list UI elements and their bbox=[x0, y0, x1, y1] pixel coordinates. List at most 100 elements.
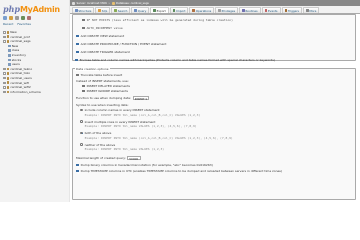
settings-icon[interactable] bbox=[21, 16, 25, 20]
object-creation-option[interactable]: IF NOT EXISTS (less efficient as indexes… bbox=[82, 18, 233, 22]
tab-events[interactable]: Events bbox=[261, 7, 281, 13]
syntax-example: Example: INSERT INTO tbl_name (col_A,col… bbox=[85, 113, 201, 117]
syntax-radio[interactable] bbox=[80, 143, 83, 146]
tab-label: Search bbox=[117, 8, 128, 13]
tab-search[interactable]: Search bbox=[111, 7, 131, 13]
export-icon bbox=[153, 9, 156, 12]
navigation-panel: php MyAdmin Recent Favorites New cardinal_… bbox=[0, 0, 70, 202]
function-select[interactable]: INSERT ▾ bbox=[132, 96, 150, 101]
tab-import[interactable]: Import bbox=[169, 7, 189, 13]
hex-checkbox[interactable] bbox=[76, 163, 79, 167]
expand-icon[interactable] bbox=[3, 67, 6, 71]
table-icon bbox=[8, 63, 11, 66]
logout-icon[interactable] bbox=[9, 16, 13, 20]
database-icon bbox=[111, 1, 115, 5]
docs-icon[interactable] bbox=[15, 16, 19, 20]
tab-query[interactable]: Query bbox=[131, 7, 150, 13]
routines-icon bbox=[242, 9, 245, 12]
structure-icon bbox=[75, 9, 78, 12]
syntax-option[interactable]: include column names in every INSERT sta… bbox=[80, 108, 160, 112]
tree-item-label: information_schema bbox=[10, 89, 41, 94]
database-icon bbox=[6, 30, 9, 34]
syntax-radio[interactable] bbox=[80, 131, 83, 135]
option-label: Add CREATE PROCEDURE / FUNCTION / EVENT … bbox=[80, 42, 167, 46]
syntax-radio[interactable] bbox=[80, 120, 83, 123]
syntax-example-text: Example: INSERT INTO tbl_name (col_A,col… bbox=[84, 112, 201, 117]
server-icon bbox=[72, 1, 75, 5]
expand-icon[interactable] bbox=[3, 40, 6, 43]
expand-icon[interactable] bbox=[3, 31, 6, 34]
object-creation-option[interactable]: Add CREATE VIEW statement bbox=[76, 34, 124, 38]
syntax-example: Example: INSERT INTO tbl_name VALUES (1,… bbox=[85, 147, 164, 151]
breadcrumb-server[interactable]: Server: localhost:3306 bbox=[77, 1, 107, 5]
tab-structure[interactable]: Structure bbox=[72, 7, 95, 13]
tab-more[interactable]: More bbox=[303, 7, 320, 13]
object-creation-option[interactable]: Add CREATE TRIGGER statement bbox=[76, 50, 130, 54]
utc-checkbox[interactable] bbox=[76, 169, 79, 173]
privileges-icon bbox=[218, 9, 221, 12]
expand-icon[interactable] bbox=[3, 76, 6, 80]
option-label: Add CREATE VIEW statement bbox=[80, 34, 125, 38]
search-icon bbox=[114, 9, 117, 12]
favorites-tab[interactable]: Favorites bbox=[17, 22, 31, 26]
object-creation-option[interactable]: AUTO_INCREMENT value bbox=[82, 26, 123, 30]
operations-icon bbox=[192, 9, 196, 12]
breadcrumb-database[interactable]: Database: cardinal_sags bbox=[116, 1, 149, 5]
expand-icon[interactable] bbox=[3, 81, 6, 85]
tab-export[interactable]: Export bbox=[150, 7, 169, 13]
insert-delayed-option[interactable]: INSERT DELAYED statements bbox=[82, 84, 130, 88]
triggers-icon bbox=[284, 9, 288, 12]
syntax-option-label: both of the above bbox=[84, 131, 112, 135]
nav-tabs: Recent Favorites bbox=[3, 22, 31, 26]
database-icon bbox=[6, 72, 9, 76]
insert-ignore-label: INSERT IGNORE statements bbox=[86, 89, 128, 93]
max-length-input[interactable]: 50000 bbox=[127, 156, 142, 161]
reload-icon[interactable] bbox=[27, 16, 31, 20]
truncate-checkbox[interactable] bbox=[76, 73, 79, 77]
option-checkbox[interactable] bbox=[82, 26, 85, 30]
option-checkbox[interactable] bbox=[76, 42, 79, 46]
tab-label: Query bbox=[137, 8, 147, 13]
syntax-option[interactable]: both of the above bbox=[80, 131, 111, 135]
expand-icon[interactable] bbox=[3, 72, 6, 75]
insert-ignore-option[interactable]: INSERT IGNORE statements bbox=[82, 89, 128, 93]
tab-operations[interactable]: Operations bbox=[189, 7, 215, 13]
insert-ignore-checkbox[interactable] bbox=[82, 89, 85, 93]
instead-of-insert-label: Instead of INSERT statements, use: bbox=[76, 79, 129, 83]
max-length-label: Maximal length of created query: bbox=[76, 156, 126, 160]
object-creation-option[interactable]: Add CREATE PROCEDURE / FUNCTION / EVENT … bbox=[76, 42, 166, 46]
utc-option[interactable]: Dump TIMESTAMP columns in UTC (enables T… bbox=[76, 169, 282, 173]
tab-triggers[interactable]: Triggers bbox=[281, 7, 302, 13]
expand-icon[interactable] bbox=[3, 86, 6, 89]
more-icon bbox=[306, 9, 309, 12]
database-icon bbox=[6, 90, 9, 94]
truncate-option[interactable]: Truncate table before insert bbox=[76, 73, 122, 77]
option-checkbox[interactable] bbox=[82, 18, 85, 22]
tree-item[interactable]: information_schema bbox=[3, 90, 67, 95]
option-checkbox[interactable] bbox=[76, 34, 79, 38]
syntax-radio[interactable] bbox=[80, 108, 83, 112]
database-icon bbox=[6, 35, 9, 39]
expand-icon[interactable] bbox=[3, 35, 6, 39]
hex-option[interactable]: Dump binary columns in hexadecimal notat… bbox=[76, 163, 213, 167]
syntax-example: Example: INSERT INTO tbl_name VALUES (1,… bbox=[85, 124, 197, 128]
expand-icon[interactable] bbox=[3, 90, 6, 94]
insert-delayed-checkbox[interactable] bbox=[82, 84, 85, 88]
tab-label: Operations bbox=[195, 8, 212, 13]
function-to-use-row: Function to use when dumping data: INSER… bbox=[76, 96, 150, 101]
enclose-backquotes-option[interactable]: Enclose table and column names with back… bbox=[75, 58, 275, 62]
tab-routines[interactable]: Routines bbox=[239, 7, 261, 13]
tab-label: Structure bbox=[78, 8, 92, 13]
enclose-backquotes-checkbox[interactable] bbox=[75, 58, 78, 62]
option-checkbox[interactable] bbox=[76, 50, 79, 54]
syntax-option[interactable]: insert multiple rows in every INSERT sta… bbox=[80, 120, 155, 124]
tab-sql[interactable]: SQL bbox=[95, 7, 111, 13]
recent-tab[interactable]: Recent bbox=[3, 22, 13, 26]
tab-menu: Structure SQL Search Query Export Import Opera… bbox=[70, 6, 360, 14]
table-icon bbox=[8, 54, 11, 57]
hex-label: Dump binary columns in hexadecimal notat… bbox=[80, 163, 213, 167]
home-icon[interactable] bbox=[3, 16, 7, 20]
tab-privileges[interactable]: Privileges bbox=[215, 7, 239, 13]
phpmyadmin-logo[interactable]: php MyAdmin bbox=[3, 4, 60, 14]
syntax-option[interactable]: neither of the above bbox=[80, 143, 115, 147]
